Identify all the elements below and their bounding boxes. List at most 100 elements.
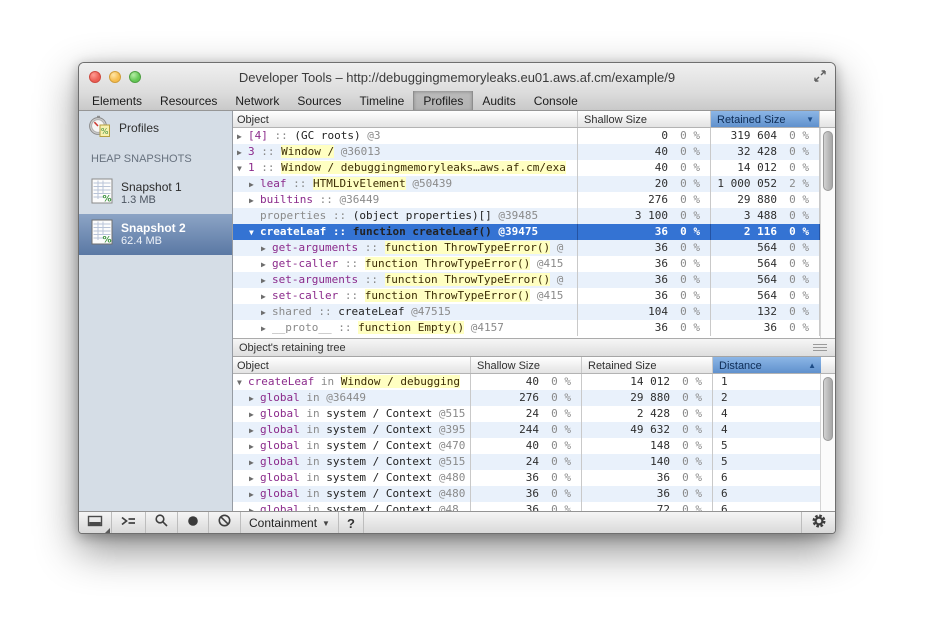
table-row[interactable]: ▶ global in system / Context @470 40 0 % 148… <box>233 438 820 454</box>
disclosure-collapsed-icon[interactable]: ▶ <box>261 273 272 288</box>
table-row[interactable]: ▶ global in system / Context @395 244 0 % 49… <box>233 422 820 438</box>
disclosure-collapsed-icon[interactable]: ▶ <box>261 257 272 272</box>
table-row[interactable]: ▶ global in system / Context @48 36 0 % 72 0 … <box>233 502 820 511</box>
disclosure-collapsed-icon[interactable]: ▶ <box>249 487 260 502</box>
node-id: @4157 <box>464 321 504 334</box>
size-value: 3 100 <box>634 209 668 222</box>
table-row[interactable]: ▶ get-arguments :: function ThrowTypeErro… <box>233 240 820 256</box>
heap-table-scrollbar[interactable] <box>820 128 835 338</box>
size-percent: 0 % <box>682 455 702 468</box>
size-cell: 564 0 % <box>711 272 820 288</box>
search-button[interactable] <box>146 512 178 533</box>
disclosure-collapsed-icon[interactable]: ▶ <box>261 241 272 256</box>
table-row[interactable]: ▶ global in system / Context @515 24 0 % 2 4… <box>233 406 820 422</box>
table-row[interactable]: properties :: (object properties)[] @394… <box>233 208 820 224</box>
disclosure-collapsed-icon[interactable]: ▶ <box>249 503 260 511</box>
tab-profiles[interactable]: Profiles <box>413 91 474 110</box>
node-value: (object properties)[] <box>352 209 492 222</box>
tab-console[interactable]: Console <box>525 91 587 110</box>
disclosure-collapsed-icon[interactable]: ▶ <box>237 145 248 160</box>
heap-snapshot-table: Object Shallow Size Retained Size ▼ ▶ [4] … <box>233 111 835 338</box>
table-row[interactable]: ▶ global in @36449 276 0 % 29 880 0 % 2 <box>233 390 820 406</box>
close-button[interactable] <box>89 71 101 83</box>
distance-cell: 6 <box>713 502 820 511</box>
size-value: 0 <box>661 129 668 142</box>
show-console-button[interactable] <box>112 512 146 533</box>
column-header-distance[interactable]: Distance ▲ <box>713 357 821 373</box>
disclosure-collapsed-icon[interactable]: ▶ <box>249 407 260 422</box>
node-name: 1 <box>248 161 255 174</box>
scrollbar-thumb[interactable] <box>823 131 833 191</box>
disclosure-collapsed-icon[interactable]: ▶ <box>249 455 260 470</box>
scrollbar-thumb[interactable] <box>823 377 833 441</box>
table-row[interactable]: ▶ [4] :: (GC roots) @3 0 0 % 319 604 0 % <box>233 128 820 144</box>
disclosure-collapsed-icon[interactable]: ▶ <box>261 289 272 304</box>
disclosure-collapsed-icon[interactable]: ▶ <box>249 177 260 192</box>
disclosure-collapsed-icon[interactable]: ▶ <box>261 305 272 320</box>
retaining-table-scrollbar[interactable] <box>820 374 835 511</box>
object-cell: ▶ global in system / Context @515 <box>233 454 471 470</box>
disclosure-collapsed-icon[interactable]: ▶ <box>249 471 260 486</box>
table-row[interactable]: ▶ leaf :: HTMLDivElement @50439 20 0 % 1 000… <box>233 176 820 192</box>
clear-button[interactable] <box>209 512 241 533</box>
table-row[interactable]: ▶ __proto__ :: function Empty() @4157 36 0 … <box>233 320 820 336</box>
table-row[interactable]: ▶ get-caller :: function ThrowTypeError()… <box>233 256 820 272</box>
column-header-object[interactable]: Object <box>233 357 471 373</box>
size-value: 564 <box>757 257 777 270</box>
pane-menu-icon[interactable] <box>813 342 827 353</box>
table-row[interactable]: ▼ 1 :: Window / debuggingmemoryleaks…aws.… <box>233 160 820 176</box>
tab-network[interactable]: Network <box>226 91 288 110</box>
size-cell: 29 880 0 % <box>711 192 820 208</box>
disclosure-collapsed-icon[interactable]: ▶ <box>249 193 260 208</box>
record-button[interactable] <box>178 512 209 533</box>
table-row[interactable]: ▶ global in system / Context @480 36 0 % 36 0… <box>233 470 820 486</box>
size-value: 36 <box>654 241 668 254</box>
disclosure-collapsed-icon[interactable]: ▶ <box>237 129 248 144</box>
column-header-object[interactable]: Object <box>233 111 578 127</box>
disclosure-expanded-icon[interactable]: ▼ <box>237 161 248 176</box>
table-row[interactable]: ▶ 3 :: Window / @36013 40 0 % 32 428 0 % <box>233 144 820 160</box>
disclosure-collapsed-icon[interactable]: ▶ <box>249 439 260 454</box>
help-button[interactable]: ? <box>339 512 364 533</box>
column-header-retained-size[interactable]: Retained Size <box>582 357 713 373</box>
disclosure-expanded-icon[interactable]: ▼ <box>237 375 248 390</box>
tab-elements[interactable]: Elements <box>83 91 151 110</box>
settings-button[interactable] <box>801 512 835 533</box>
node-value: (GC roots) <box>294 129 361 142</box>
dock-button[interactable] <box>79 512 112 533</box>
tab-resources[interactable]: Resources <box>151 91 226 110</box>
size-percent: 0 % <box>680 241 700 254</box>
size-value: 40 <box>525 375 539 388</box>
disclosure-collapsed-icon[interactable]: ▶ <box>249 391 260 406</box>
size-value: 148 <box>650 439 670 452</box>
minimize-button[interactable] <box>109 71 121 83</box>
tab-sources[interactable]: Sources <box>288 91 350 110</box>
table-row[interactable]: ▼ createLeaf in Window / debugging 40 0 % 14… <box>233 374 820 390</box>
containment-dropdown[interactable]: Containment ▼ <box>241 512 339 533</box>
zoom-button[interactable] <box>129 71 141 83</box>
disclosure-collapsed-icon[interactable]: ▶ <box>249 423 260 438</box>
column-header-shallow-size[interactable]: Shallow Size <box>471 357 582 373</box>
snapshot-1-item[interactable]: % Snapshot 1 1.3 MB <box>79 173 232 214</box>
tab-timeline[interactable]: Timeline <box>350 91 413 110</box>
resize-corner-icon[interactable] <box>813 69 827 83</box>
table-row[interactable]: ▼ createLeaf :: function createLeaf() @39… <box>233 224 820 240</box>
table-row[interactable]: ▶ set-caller :: function ThrowTypeError()… <box>233 288 820 304</box>
table-row[interactable]: ▶ set-arguments :: function ThrowTypeErro… <box>233 272 820 288</box>
column-header-shallow-size[interactable]: Shallow Size <box>578 111 711 127</box>
disclosure-collapsed-icon[interactable]: ▶ <box>261 321 272 336</box>
table-row[interactable]: ▶ global in system / Context @480 36 0 % 36 0… <box>233 486 820 502</box>
sidebar-item-profiles[interactable]: % Profiles <box>79 111 232 145</box>
chevron-down-icon: ▼ <box>322 518 330 528</box>
disclosure-expanded-icon[interactable]: ▼ <box>249 225 260 240</box>
distance-cell: 4 <box>713 406 820 422</box>
snapshot-2-item[interactable]: % Snapshot 2 62.4 MB <box>79 214 232 255</box>
node-id: @ <box>550 241 564 254</box>
tab-audits[interactable]: Audits <box>473 91 524 110</box>
table-row[interactable]: ▶ shared :: createLeaf @47515 104 0 % 132 0 % <box>233 304 820 320</box>
table-row[interactable]: ▶ global in system / Context @515 24 0 % 140… <box>233 454 820 470</box>
size-percent: 0 % <box>680 129 700 142</box>
profiles-sidebar: % Profiles HEAP SNAPSHOTS % Snapshot 1 1… <box>79 111 233 511</box>
column-header-retained-size[interactable]: Retained Size ▼ <box>711 111 820 127</box>
table-row[interactable]: ▶ builtins :: @36449 276 0 % 29 880 0 % <box>233 192 820 208</box>
